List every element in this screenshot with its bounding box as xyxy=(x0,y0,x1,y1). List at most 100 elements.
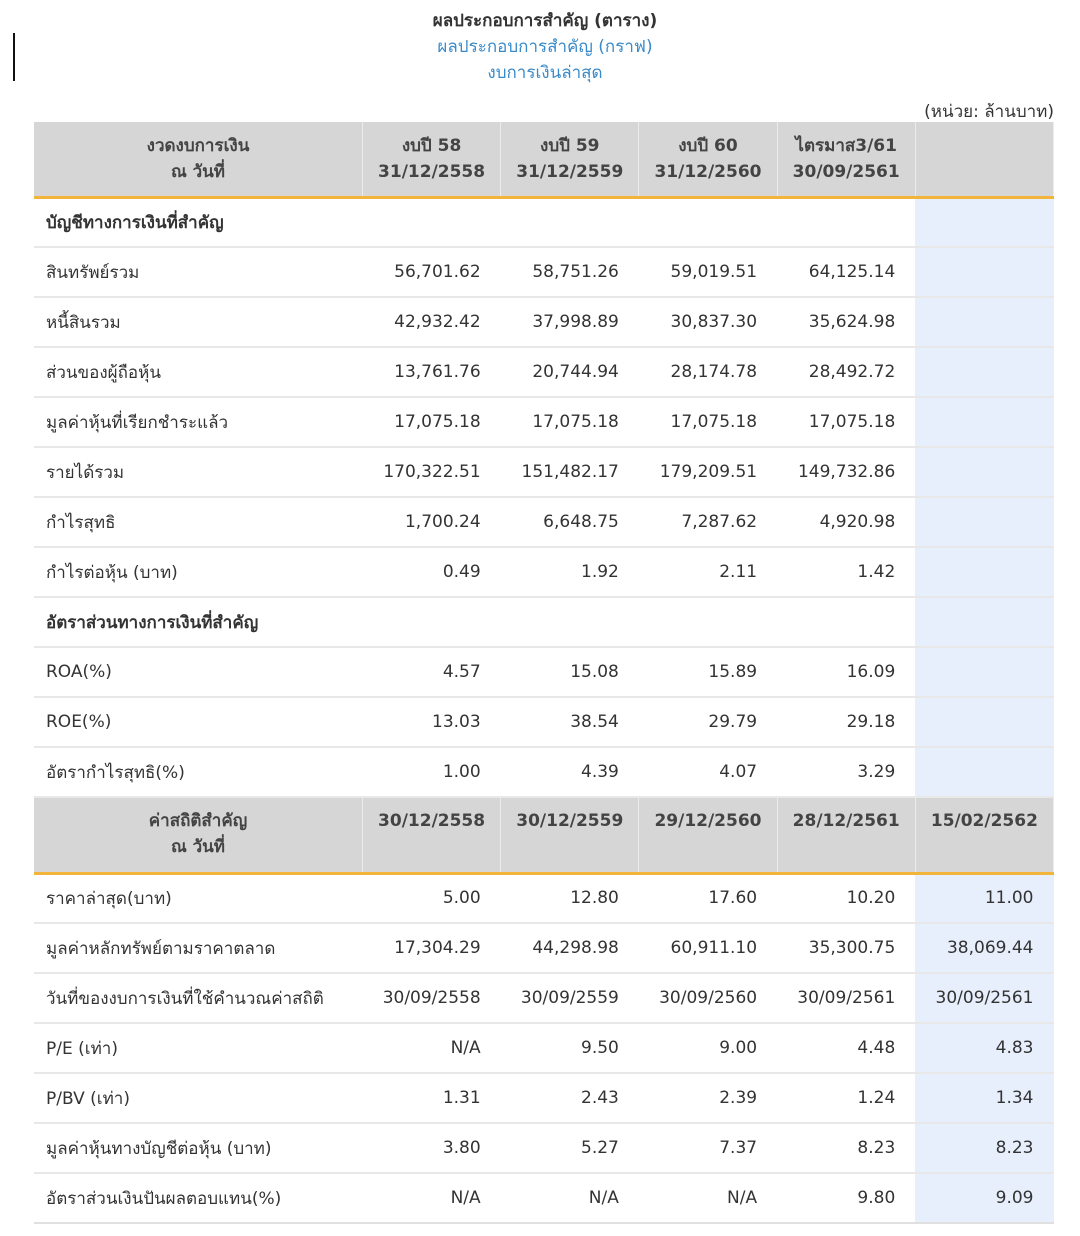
period-header-label-line2: ณ วันที่ xyxy=(170,161,226,182)
row-value: 30/09/2560 xyxy=(638,973,778,1024)
table-row: ราคาล่าสุด(บาท) 5.00 12.80 17.60 10.20 11.00 xyxy=(34,873,1054,924)
table-row: ROE(%) 13.03 38.54 29.79 29.18 xyxy=(34,697,1054,748)
period-header-col-1-line1: งบปี 59 xyxy=(540,135,600,156)
row-value: 13,761.76 xyxy=(362,347,501,398)
row-value: 28,174.78 xyxy=(638,347,778,398)
period-header-col-2-line2: 31/12/2560 xyxy=(654,161,762,182)
row-value: 1.31 xyxy=(362,1073,501,1124)
stats-header-label-line1: ค่าสถิติสำคัญ xyxy=(148,811,248,831)
row-value xyxy=(915,547,1054,598)
row-value: 1.00 xyxy=(362,747,501,798)
row-value: 9.00 xyxy=(638,1023,778,1074)
table-row: สินทรัพย์รวม 56,701.62 58,751.26 59,019.51 6… xyxy=(34,247,1054,298)
row-value: 59,019.51 xyxy=(638,247,778,298)
row-value xyxy=(915,397,1054,448)
latest-col-cell xyxy=(915,597,1054,648)
row-value: 20,744.94 xyxy=(500,347,639,398)
row-value: 28,492.72 xyxy=(777,347,916,398)
row-value: 29.79 xyxy=(638,697,778,748)
row-value: 15.08 xyxy=(500,647,639,698)
row-value: 7.37 xyxy=(638,1123,778,1174)
table-row: รายได้รวม 170,322.51 151,482.17 179,209.51 1… xyxy=(34,447,1054,498)
stats-header-col-3: 28/12/2561 xyxy=(777,797,916,875)
period-header-label: งวดงบการเงินณ วันที่ xyxy=(34,122,363,199)
period-header-col-4 xyxy=(915,122,1055,199)
table-row: ส่วนของผู้ถือหุ้น 13,761.76 20,744.94 28,17… xyxy=(34,347,1054,398)
row-value: 4,920.98 xyxy=(777,497,916,548)
row-label: รายได้รวม xyxy=(34,447,363,498)
row-value: 179,209.51 xyxy=(638,447,778,498)
stats-header-label-line2: ณ วันที่ xyxy=(170,837,226,857)
row-value: N/A xyxy=(500,1173,639,1224)
table-row: P/BV (เท่า) 1.31 2.43 2.39 1.24 1.34 xyxy=(34,1073,1054,1124)
period-header-col-0-line2: 31/12/2558 xyxy=(378,161,486,182)
row-value: 4.83 xyxy=(915,1023,1054,1074)
row-value: 30/09/2561 xyxy=(777,973,916,1024)
row-value: 17,075.18 xyxy=(777,397,916,448)
row-value: 30/09/2559 xyxy=(500,973,639,1024)
row-value: 17,075.18 xyxy=(638,397,778,448)
unit-label: (หน่วย: ล้านบาท) xyxy=(924,102,1054,122)
row-value: 17,075.18 xyxy=(362,397,501,448)
section-key-accounts-title: บัญชีทางการเงินที่สำคัญ xyxy=(34,197,916,248)
row-value: 30/09/2558 xyxy=(362,973,501,1024)
table-row: มูลค่าหุ้นที่เรียกชำระแล้ว 17,075.18 17,07… xyxy=(34,397,1054,448)
period-header-col-0-line1: งบปี 58 xyxy=(401,135,462,156)
row-value: 60,911.10 xyxy=(638,923,778,974)
row-value: 151,482.17 xyxy=(500,447,639,498)
row-label: ROA(%) xyxy=(34,647,363,698)
stats-header-col-1-line1: 30/12/2559 xyxy=(516,811,624,831)
row-label: มูลค่าหุ้นทางบัญชีต่อหุ้น (บาท) xyxy=(34,1123,363,1174)
row-label: P/BV (เท่า) xyxy=(34,1073,363,1124)
row-value xyxy=(915,647,1054,698)
row-value: 1.24 xyxy=(777,1073,916,1124)
table-row: ROA(%) 4.57 15.08 15.89 16.09 xyxy=(34,647,1054,698)
stats-header-col-0: 30/12/2558 xyxy=(362,797,502,875)
row-value: 2.11 xyxy=(638,547,778,598)
row-value: 11.00 xyxy=(915,873,1054,924)
row-value: 2.43 xyxy=(500,1073,639,1124)
row-label: กำไรสุทธิ xyxy=(34,497,363,548)
stats-header-col-0-line1: 30/12/2558 xyxy=(378,811,486,831)
row-value: 13.03 xyxy=(362,697,501,748)
period-header-col-3-line2: 30/09/2561 xyxy=(792,161,900,182)
row-value: 8.23 xyxy=(915,1123,1054,1174)
row-value: 16.09 xyxy=(777,647,916,698)
row-value: 17,075.18 xyxy=(500,397,639,448)
row-value xyxy=(915,747,1054,798)
row-value: 56,701.62 xyxy=(362,247,501,298)
period-header-label-line1: งวดงบการเงิน xyxy=(146,135,250,156)
table-row: P/E (เท่า) N/A 9.50 9.00 4.48 4.83 xyxy=(34,1023,1054,1074)
tab-key-results-table[interactable]: ผลประกอบการสำคัญ (ตาราง) xyxy=(0,8,1080,34)
row-value: 1.34 xyxy=(915,1073,1054,1124)
row-label: ราคาล่าสุด(บาท) xyxy=(34,873,363,924)
row-label: ส่วนของผู้ถือหุ้น xyxy=(34,347,363,398)
row-value: 10.20 xyxy=(777,873,916,924)
table-row: อัตรากำไรสุทธิ(%) 1.00 4.39 4.07 3.29 xyxy=(34,747,1054,798)
row-value: 15.89 xyxy=(638,647,778,698)
row-value: 35,624.98 xyxy=(777,297,916,348)
row-value: 3.80 xyxy=(362,1123,501,1174)
table-row: มูลค่าหุ้นทางบัญชีต่อหุ้น (บาท) 3.80 5.27 7… xyxy=(34,1123,1054,1174)
latest-col-cell xyxy=(915,197,1054,248)
row-label: มูลค่าหลักทรัพย์ตามราคาตลาด xyxy=(34,923,363,974)
row-value: 170,322.51 xyxy=(362,447,501,498)
row-value: 1.42 xyxy=(777,547,916,598)
row-value: 7,287.62 xyxy=(638,497,778,548)
row-value: 2.39 xyxy=(638,1073,778,1124)
row-value: 3.29 xyxy=(777,747,916,798)
row-value: 42,932.42 xyxy=(362,297,501,348)
row-value: 38.54 xyxy=(500,697,639,748)
row-label: สินทรัพย์รวม xyxy=(34,247,363,298)
row-value: 8.23 xyxy=(777,1123,916,1174)
tab-key-results-graph[interactable]: ผลประกอบการสำคัญ (กราฟ) xyxy=(0,34,1080,60)
table-row: กำไรสุทธิ 1,700.24 6,648.75 7,287.62 4,920.9… xyxy=(34,497,1054,548)
row-value: 17,304.29 xyxy=(362,923,501,974)
table-row: มูลค่าหลักทรัพย์ตามราคาตลาด 17,304.29 44,2… xyxy=(34,923,1054,974)
row-label: วันที่ของงบการเงินที่ใช้คำนวณค่าสถิติ xyxy=(34,973,363,1024)
tab-latest-financials[interactable]: งบการเงินล่าสุด xyxy=(0,60,1080,86)
table-row: หนี้สินรวม 42,932.42 37,998.89 30,837.30 35,… xyxy=(34,297,1054,348)
row-value: N/A xyxy=(362,1173,501,1224)
stats-header-row: ค่าสถิติสำคัญณ วันที่ 30/12/2558 30/12/255… xyxy=(34,797,1055,875)
table-row: กำไรต่อหุ้น (บาท) 0.49 1.92 2.11 1.42 xyxy=(34,547,1054,598)
